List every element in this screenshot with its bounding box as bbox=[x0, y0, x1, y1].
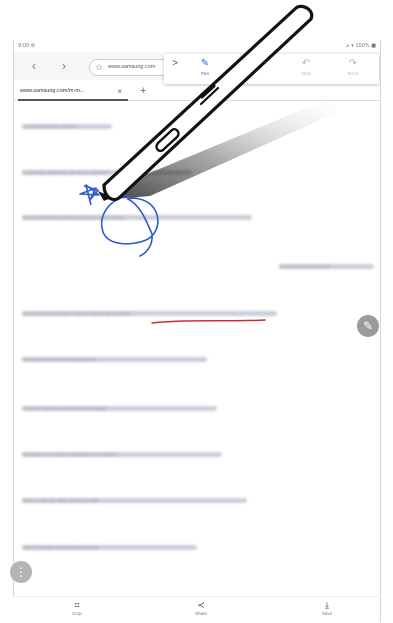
s-pen-stylus-icon bbox=[98, 4, 314, 202]
drawing-overlay bbox=[79, 4, 338, 324]
circle-doodle bbox=[100, 195, 159, 257]
star-doodle bbox=[79, 184, 100, 206]
pen-shadow bbox=[103, 98, 338, 200]
red-underline bbox=[151, 319, 266, 324]
